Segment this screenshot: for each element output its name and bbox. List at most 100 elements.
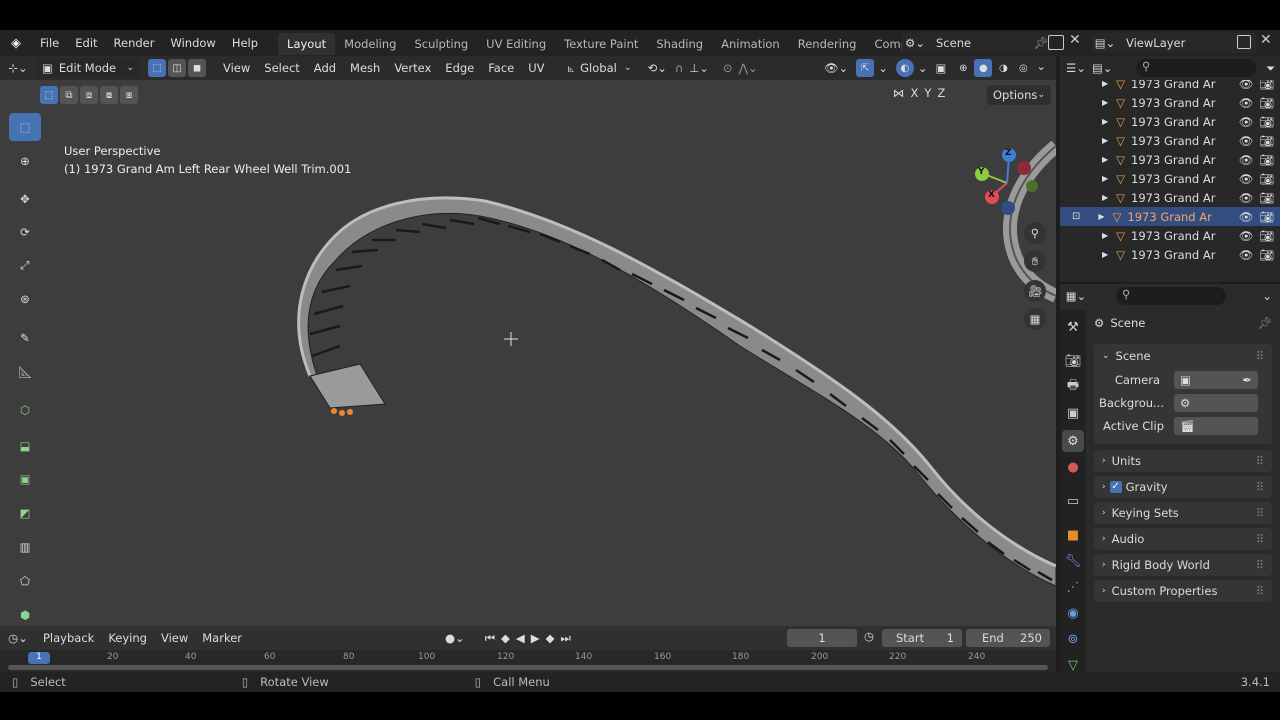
select-subtract-icon[interactable]: ⧈ (80, 86, 98, 104)
play-reverse-icon[interactable]: ◀ (516, 631, 525, 646)
properties-editor-icon[interactable]: ▦⌄ (1060, 289, 1092, 303)
custom-properties-panel[interactable]: › Custom Properties ⠿ (1094, 580, 1272, 602)
menu-uv[interactable]: UV (521, 61, 551, 75)
select-box-tool-icon[interactable]: ⬚ (9, 113, 41, 141)
tool-tab-icon[interactable]: ⚒ (1062, 316, 1084, 338)
current-frame-marker[interactable]: 1 (28, 652, 50, 664)
measure-tool-icon[interactable]: 📐︎ (9, 358, 41, 386)
rendered-shading-icon[interactable]: ◎ (1014, 59, 1032, 77)
gravity-panel[interactable]: › ✓ Gravity ⠿ (1094, 476, 1272, 498)
tab-shading[interactable]: Shading (647, 33, 712, 55)
menu-add[interactable]: Add (307, 61, 343, 75)
tab-uv-editing[interactable]: UV Editing (477, 33, 555, 55)
ortho-toggle-icon[interactable]: ▦ (1024, 308, 1046, 330)
overlay-icon[interactable]: ◐ (895, 59, 914, 77)
modifier-tab-icon[interactable]: 🔧︎ (1062, 550, 1084, 572)
add-cube-tool-icon[interactable]: ⬡ (9, 396, 41, 424)
timeline-editor-icon[interactable]: ◷⌄ (0, 631, 36, 645)
drag-handle-icon[interactable]: ⠿ (1256, 584, 1264, 598)
display-mode-icon[interactable]: ▤⌄ (1092, 61, 1122, 75)
gizmo-icon[interactable]: ⇱ (856, 59, 875, 77)
timeline[interactable]: ◷⌄ Playback Keying View Marker ●⌄ ⏮ ◆ ◀ … (0, 626, 1056, 672)
particles-tab-icon[interactable]: ⋰ (1062, 576, 1084, 598)
outliner-row[interactable]: ▶ ▽ 1973 Grand Ar 👁︎ 📷︎ (1060, 80, 1280, 93)
expand-arrow-icon[interactable]: ▶ (1102, 136, 1108, 145)
view-layer-selector[interactable]: ▤⌄ ViewLayer (1092, 33, 1256, 53)
wireframe-shading-icon[interactable]: ⊕ (954, 59, 972, 77)
view-layer-tab-icon[interactable]: ▣ (1062, 402, 1084, 424)
eye-icon[interactable]: 👁︎ (1239, 210, 1254, 224)
vertex-select-icon[interactable]: ⬚ (148, 59, 166, 77)
drag-handle-icon[interactable]: ⠿ (1256, 454, 1264, 468)
outliner-row[interactable]: ▶ ▽ 1973 Grand Ar 👁︎ 📷︎ (1060, 150, 1280, 169)
units-panel[interactable]: › Units ⠿ (1094, 450, 1272, 472)
select-new-icon[interactable]: ⬚ (40, 86, 58, 104)
mirror-y-toggle[interactable]: Y (924, 86, 931, 100)
camera-render-icon[interactable]: 📷︎ (1259, 96, 1274, 110)
timeline-scrollbar[interactable] (8, 665, 1048, 670)
material-shading-icon[interactable]: ◑ (994, 59, 1012, 77)
outliner-row[interactable]: ▶ ▽ 1973 Grand Ar 👁︎ 📷︎ (1060, 188, 1280, 207)
outliner[interactable]: ☰⌄ ▤⌄ ⚲ ⏷ ▶ ▽ 1973 Grand Ar 👁︎ 📷︎ ▶ ▽ 19… (1060, 56, 1280, 282)
annotate-tool-icon[interactable]: ✎ (9, 324, 41, 352)
tab-modeling[interactable]: Modeling (335, 33, 405, 55)
render-tab-icon[interactable]: 📷︎ (1062, 350, 1084, 372)
proportional-edit-icon[interactable]: ⊙ (723, 61, 733, 75)
snap-target-icon[interactable]: ⊥⌄ (689, 61, 709, 75)
expand-arrow-icon[interactable]: ▶ (1102, 80, 1108, 88)
timeline-ruler[interactable]: 1 20 40 60 80 100 120 140 160 180 200 22… (0, 650, 1056, 672)
background-scene-field[interactable]: ⚙ (1174, 393, 1258, 412)
camera-render-icon[interactable]: 📷︎ (1259, 172, 1274, 186)
loop-cut-tool-icon[interactable]: ▥ (9, 533, 41, 561)
menu-select[interactable]: Select (257, 61, 306, 75)
menu-playback[interactable]: Playback (36, 631, 101, 645)
scene-tab-icon[interactable]: ⚙ (1062, 430, 1084, 452)
expand-arrow-icon[interactable]: ▶ (1102, 250, 1108, 259)
menu-vertex[interactable]: Vertex (387, 61, 438, 75)
tab-rendering[interactable]: Rendering (789, 33, 866, 55)
camera-render-icon[interactable]: 📷︎ (1259, 134, 1274, 148)
xray-icon[interactable]: ▣ (935, 61, 946, 75)
face-select-icon[interactable]: ◼ (188, 59, 206, 77)
move-tool-icon[interactable]: ✥ (9, 185, 41, 213)
drag-handle-icon[interactable]: ⠿ (1256, 349, 1264, 363)
gizmo-dropdown-icon[interactable]: ⌄ (878, 61, 888, 75)
object-tab-icon[interactable]: ■ (1062, 524, 1084, 546)
visibility-icon[interactable]: 👁︎⌄ (824, 61, 848, 75)
eye-icon[interactable]: 👁︎ (1239, 248, 1254, 262)
eye-icon[interactable]: 👁︎ (1239, 153, 1254, 167)
eye-icon[interactable]: 👁︎ (1239, 229, 1254, 243)
camera-render-icon[interactable]: 📷︎ (1259, 153, 1274, 167)
tab-layout[interactable]: Layout (278, 33, 336, 55)
menu-face[interactable]: Face (481, 61, 521, 75)
camera-view-icon[interactable]: 🎥︎ (1024, 280, 1046, 302)
edge-select-icon[interactable]: ◫ (168, 59, 186, 77)
menu-mesh[interactable]: Mesh (343, 61, 387, 75)
poly-build-tool-icon[interactable]: ⬢ (9, 601, 41, 629)
outliner-row[interactable]: ▶ ▽ 1973 Grand Ar 👁︎ 📷︎ (1060, 226, 1280, 245)
editor-type-icon[interactable]: ⊹⌄ (0, 61, 36, 75)
next-keyframe-icon[interactable]: ◆ (546, 631, 555, 646)
drag-handle-icon[interactable]: ⠿ (1256, 480, 1264, 494)
camera-render-icon[interactable]: 📷︎ (1259, 80, 1274, 91)
camera-render-icon[interactable]: 📷︎ (1259, 210, 1274, 224)
menu-render[interactable]: Render (106, 30, 163, 56)
zoom-icon[interactable]: ⚲ (1024, 222, 1046, 244)
jump-start-icon[interactable]: ⏮ (485, 631, 495, 646)
outliner-row[interactable]: ▶ ▽ 1973 Grand Ar 👁︎ 📷︎ (1060, 169, 1280, 188)
expand-arrow-icon[interactable]: ▶ (1102, 155, 1108, 164)
camera-field[interactable]: ▣ ✒ (1174, 370, 1258, 389)
properties-editor[interactable]: ▦⌄ ⚲ ⌄ ⚒ 📷︎ 🖶︎ ▣ ⚙ ● ▭ ■ 🔧︎ ⋰ ◉ ⊚ ▽ ⚙ Sc… (1060, 284, 1280, 673)
rigid-body-world-panel[interactable]: › Rigid Body World ⠿ (1094, 554, 1272, 576)
jump-end-icon[interactable]: ⏭ (560, 631, 570, 646)
3d-viewport[interactable]: ⊹⌄ ▣ Edit Mode ⌄ ⬚ ◫ ◼ View Select Add M… (0, 56, 1056, 626)
expand-arrow-icon[interactable]: ▶ (1102, 117, 1108, 126)
outliner-editor-icon[interactable]: ☰⌄ (1060, 61, 1092, 75)
tab-sculpting[interactable]: Sculpting (405, 33, 477, 55)
prev-keyframe-icon[interactable]: ◆ (501, 631, 510, 646)
delete-scene-icon[interactable]: ✕ (1069, 32, 1081, 48)
pan-hand-icon[interactable]: ✋︎ (1024, 250, 1046, 272)
blender-logo-icon[interactable]: ◈ (0, 36, 32, 51)
camera-render-icon[interactable]: 📷︎ (1259, 248, 1274, 262)
eye-icon[interactable]: 👁︎ (1239, 172, 1254, 186)
